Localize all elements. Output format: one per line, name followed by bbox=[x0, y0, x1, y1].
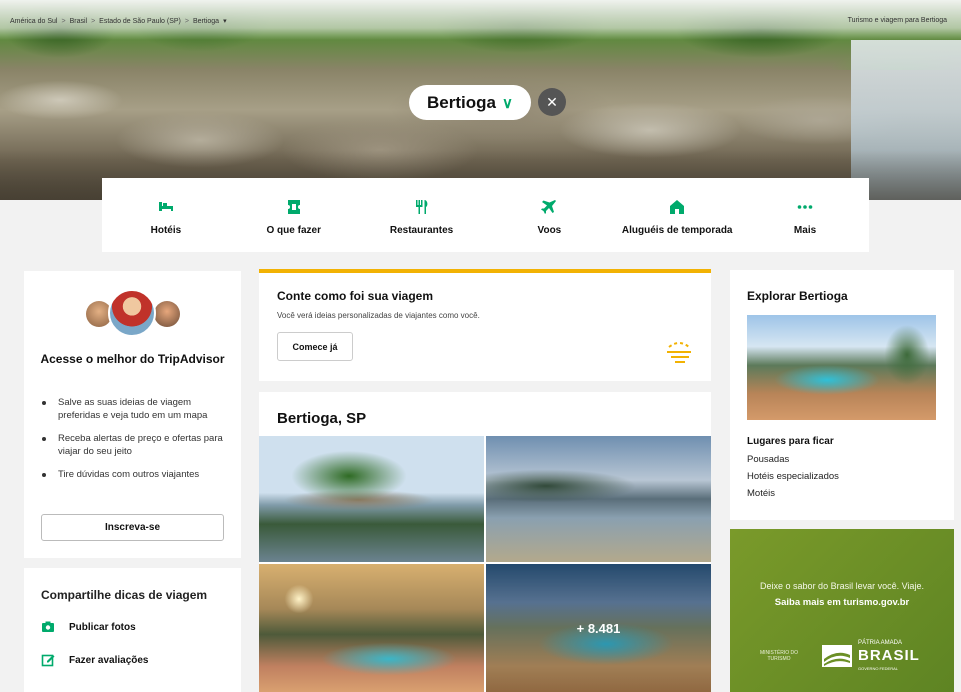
signup-title: Acesse o melhor do TripAdvisor bbox=[40, 352, 225, 366]
avatar-group bbox=[84, 289, 184, 339]
avatar bbox=[108, 289, 156, 337]
avatar bbox=[154, 301, 180, 327]
share-card: Compartilhe dicas de viagem Publicar fot… bbox=[24, 568, 241, 692]
nav-label: Restaurantes bbox=[389, 225, 454, 236]
explore-link[interactable]: Motéis bbox=[747, 485, 839, 502]
explore-links: Pousadas Hotéis especializados Motéis bbox=[747, 451, 839, 502]
gallery-photo[interactable] bbox=[259, 564, 484, 692]
edit-icon bbox=[41, 654, 55, 667]
explore-subtitle: Lugares para ficar bbox=[747, 436, 834, 447]
nav-label: Voos bbox=[537, 225, 562, 236]
breadcrumb-item[interactable]: Estado de São Paulo (SP) bbox=[99, 18, 181, 25]
sunset-icon bbox=[667, 342, 691, 363]
signup-card: Acesse o melhor do TripAdvisor Salve as … bbox=[24, 271, 241, 558]
camera-icon bbox=[42, 621, 54, 632]
benefits-list: Salve as suas ideias de viagem preferida… bbox=[42, 396, 232, 491]
upload-photos-link[interactable]: Publicar fotos bbox=[41, 620, 136, 634]
plane-icon bbox=[541, 200, 557, 214]
nav-more[interactable]: Mais bbox=[745, 198, 865, 237]
nav-vacation-rentals[interactable]: Aluguéis de temporada bbox=[617, 198, 737, 237]
brasil-logo: PÁTRIA AMADA BRASIL GOVERNO FEDERAL bbox=[822, 639, 920, 673]
ticket-icon bbox=[287, 200, 300, 214]
nav-flights[interactable]: Voos bbox=[489, 198, 609, 237]
breadcrumb-current[interactable]: Bertioga bbox=[193, 18, 219, 25]
prompt-subtitle: Você verá ideias personalizadas de viaja… bbox=[277, 311, 480, 320]
gallery-photo[interactable] bbox=[259, 436, 484, 562]
explore-image[interactable] bbox=[747, 315, 936, 420]
prompt-title: Conte como foi sua viagem bbox=[277, 289, 434, 303]
breadcrumb: América do Sul > Brasil > Estado de São … bbox=[10, 17, 227, 26]
breadcrumb-item[interactable]: América do Sul bbox=[10, 18, 57, 25]
more-photos-count[interactable]: + 8.481 bbox=[486, 564, 711, 692]
start-button[interactable]: Comece já bbox=[277, 332, 353, 361]
write-review-link[interactable]: Fazer avaliações bbox=[41, 653, 149, 667]
fork-knife-icon bbox=[415, 200, 427, 214]
list-item: Tire dúvidas com outros viajantes bbox=[42, 468, 232, 481]
tourism-ad[interactable]: Deixe o sabor do Brasil levar você. Viaj… bbox=[730, 529, 954, 692]
city-name: Bertioga bbox=[427, 92, 496, 112]
nav-label: Mais bbox=[793, 225, 817, 236]
gallery-photo[interactable] bbox=[486, 436, 711, 562]
explore-link[interactable]: Pousadas bbox=[747, 451, 839, 468]
list-item: Salve as suas ideias de viagem preferida… bbox=[42, 396, 232, 422]
nav-label: Aluguéis de temporada bbox=[621, 225, 733, 236]
share-title: Compartilhe dicas de viagem bbox=[41, 588, 208, 602]
close-icon[interactable]: ✕ bbox=[538, 88, 566, 116]
chevron-down-icon: ∨ bbox=[501, 94, 513, 112]
breadcrumb-item[interactable]: Brasil bbox=[70, 18, 88, 25]
more-dots-icon bbox=[797, 205, 813, 209]
photo-gallery: Bertioga, SP + 8.481 bbox=[259, 392, 711, 692]
category-nav: Hotéis O que fazer Restaurantes Voos Alu… bbox=[102, 178, 869, 252]
caret-down-icon[interactable]: ▾ bbox=[223, 17, 227, 25]
signup-button[interactable]: Inscreva-se bbox=[41, 514, 224, 541]
city-selector[interactable]: Bertioga ∨ bbox=[409, 85, 531, 120]
nav-label: Hotéis bbox=[150, 225, 182, 236]
nav-restaurants[interactable]: Restaurantes bbox=[362, 198, 482, 237]
explore-title: Explorar Bertioga bbox=[747, 289, 848, 303]
trip-prompt-card: Conte como foi sua viagem Você verá idei… bbox=[259, 269, 711, 381]
nav-things-to-do[interactable]: O que fazer bbox=[234, 198, 354, 237]
nav-label: O que fazer bbox=[266, 225, 321, 236]
ad-link-text: Saiba mais em turismo.gov.br bbox=[774, 597, 910, 608]
explore-link[interactable]: Hotéis especializados bbox=[747, 468, 839, 485]
tourism-link[interactable]: Turismo e viagem para Bertioga bbox=[848, 17, 947, 24]
list-item: Receba alertas de preço e ofertas para v… bbox=[42, 432, 232, 458]
ad-text: Deixe o sabor do Brasil levar você. Viaj… bbox=[760, 581, 924, 591]
house-icon bbox=[670, 200, 685, 214]
brasil-flag-icon bbox=[822, 645, 852, 667]
explore-card: Explorar Bertioga Lugares para ficar Pou… bbox=[730, 270, 954, 520]
bed-icon bbox=[158, 202, 173, 211]
ministry-logo: MINISTÉRIO DO TURISMO bbox=[760, 650, 799, 662]
gallery-title: Bertioga, SP bbox=[277, 410, 367, 427]
nav-hotels[interactable]: Hotéis bbox=[106, 198, 226, 237]
